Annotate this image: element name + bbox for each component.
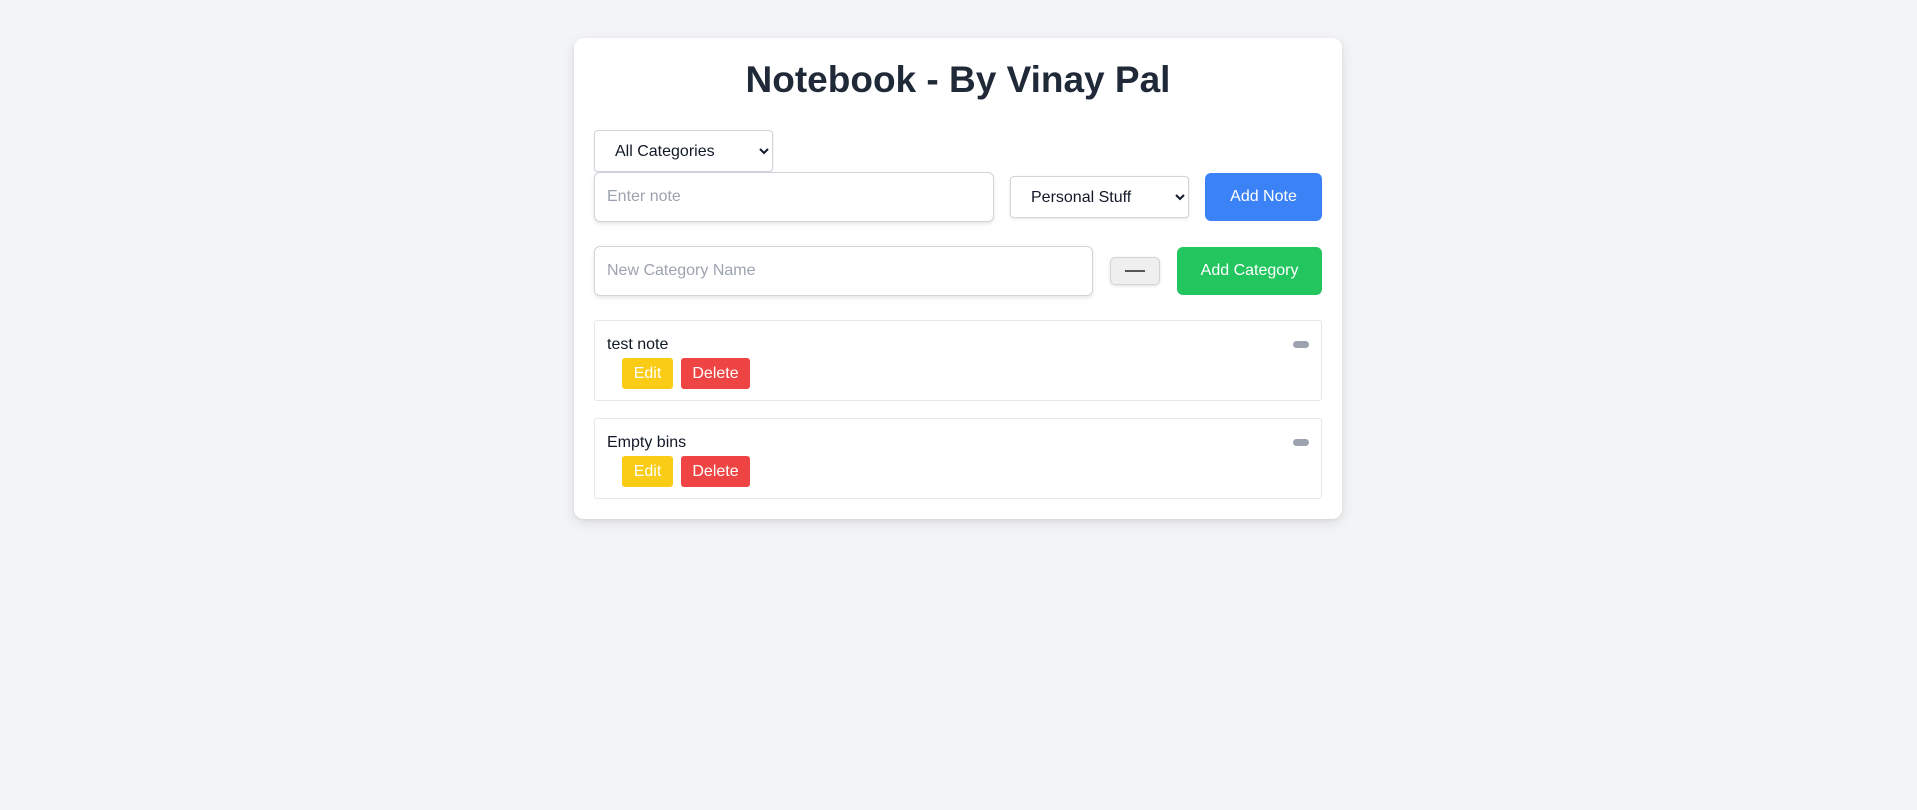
notebook-card: Notebook - By Vinay Pal All Categories P… xyxy=(574,38,1342,519)
category-filter-select[interactable]: All Categories xyxy=(594,130,773,172)
note-category-select[interactable]: Personal Stuff xyxy=(1010,176,1189,218)
page-title: Notebook - By Vinay Pal xyxy=(745,59,1171,100)
notes-list: test note Edit Delete Empty bins Edit De… xyxy=(594,320,1322,499)
color-swatch-icon xyxy=(1125,270,1146,272)
add-category-row: Add Category xyxy=(594,246,1322,296)
add-note-button[interactable]: Add Note xyxy=(1205,173,1322,221)
note-input[interactable] xyxy=(594,172,994,222)
note-actions: Edit Delete xyxy=(607,456,1309,487)
category-tag-icon xyxy=(1293,439,1309,446)
note-item: Empty bins Edit Delete xyxy=(594,418,1322,499)
category-color-picker[interactable] xyxy=(1110,257,1161,285)
category-name-input[interactable] xyxy=(594,246,1094,296)
add-category-button[interactable]: Add Category xyxy=(1177,247,1322,295)
delete-note-button[interactable]: Delete xyxy=(681,456,750,487)
edit-note-button[interactable]: Edit xyxy=(622,456,673,487)
note-text: test note xyxy=(607,336,669,353)
edit-note-button[interactable]: Edit xyxy=(622,358,673,389)
delete-note-button[interactable]: Delete xyxy=(681,358,750,389)
note-item: test note Edit Delete xyxy=(594,320,1322,401)
filter-row: All Categories xyxy=(594,130,1322,172)
note-actions: Edit Delete xyxy=(607,358,1309,389)
note-text: Empty bins xyxy=(607,434,687,451)
category-tag-icon xyxy=(1293,341,1309,348)
add-note-row: Personal Stuff Add Note xyxy=(594,172,1322,222)
